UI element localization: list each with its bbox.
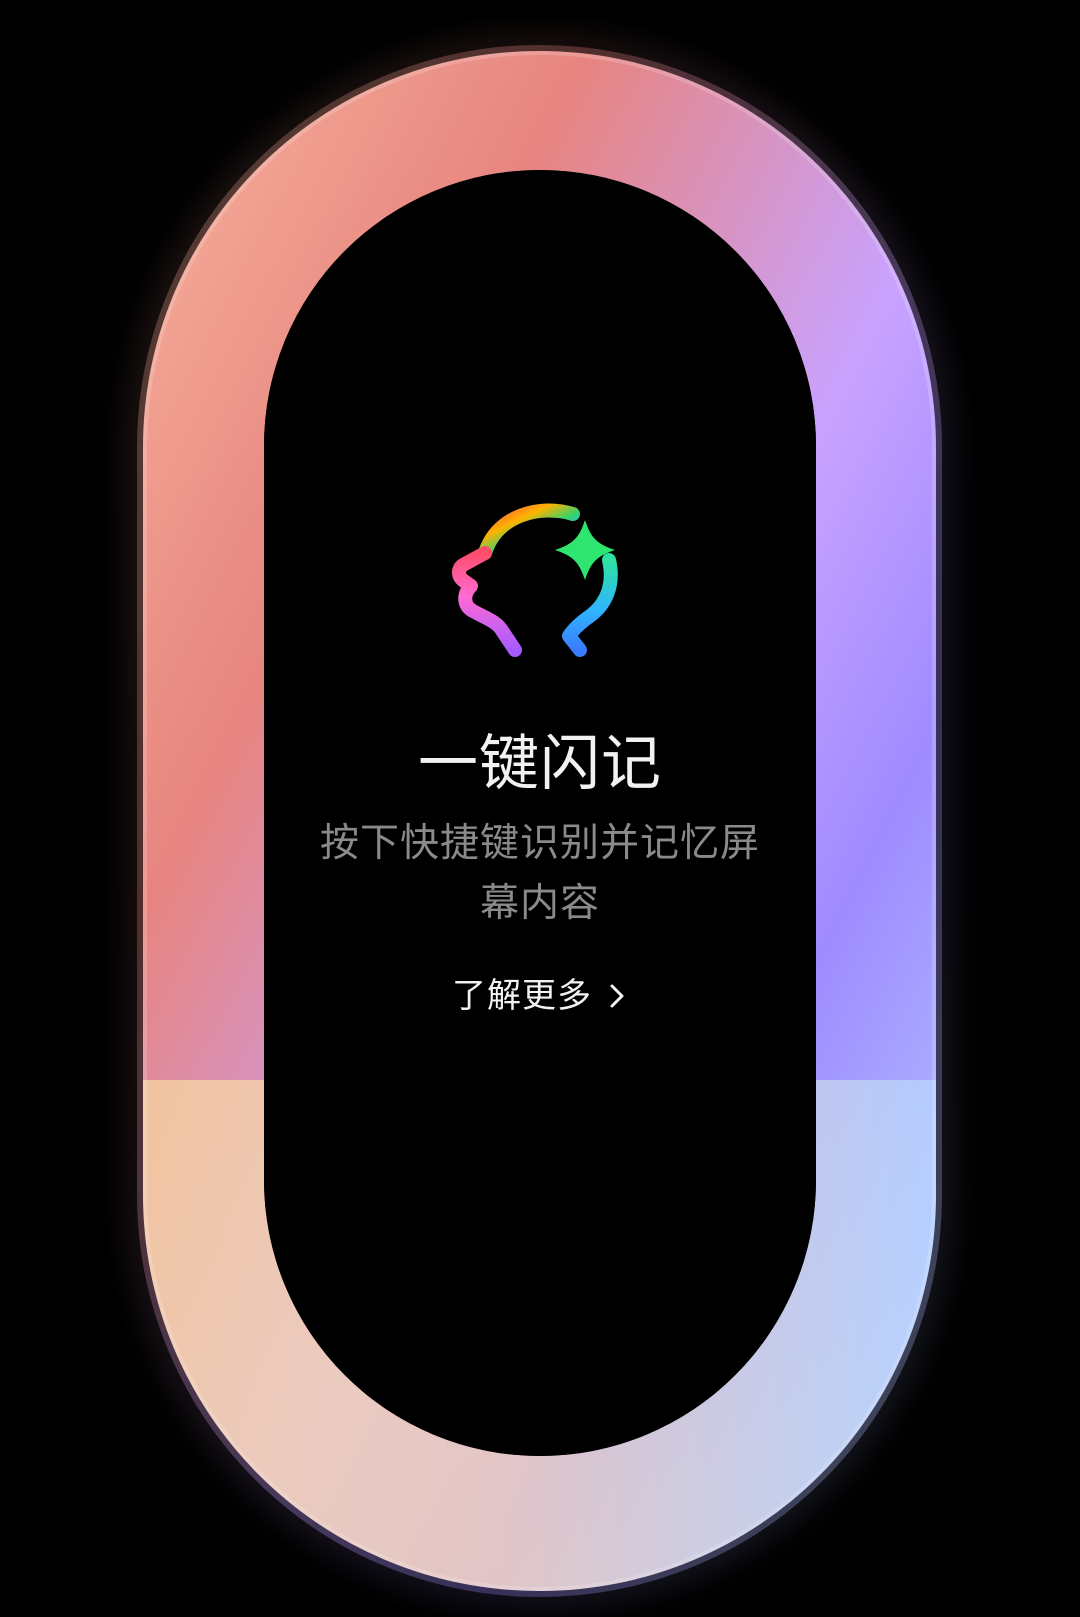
feature-card-content: 一键闪记 按下快捷键识别并记忆屏幕内容 了解更多 — [265, 490, 815, 1018]
onboarding-screen: 一键闪记 按下快捷键识别并记忆屏幕内容 了解更多 — [0, 0, 1080, 1617]
chevron-right-icon — [610, 984, 624, 1008]
feature-title: 一键闪记 — [418, 729, 662, 799]
learn-more-link[interactable]: 了解更多 — [452, 974, 628, 1018]
learn-more-label: 了解更多 — [452, 976, 592, 1016]
feature-subtitle: 按下快捷键识别并记忆屏幕内容 — [319, 821, 760, 926]
memory-head-sparkle-icon — [452, 503, 618, 657]
